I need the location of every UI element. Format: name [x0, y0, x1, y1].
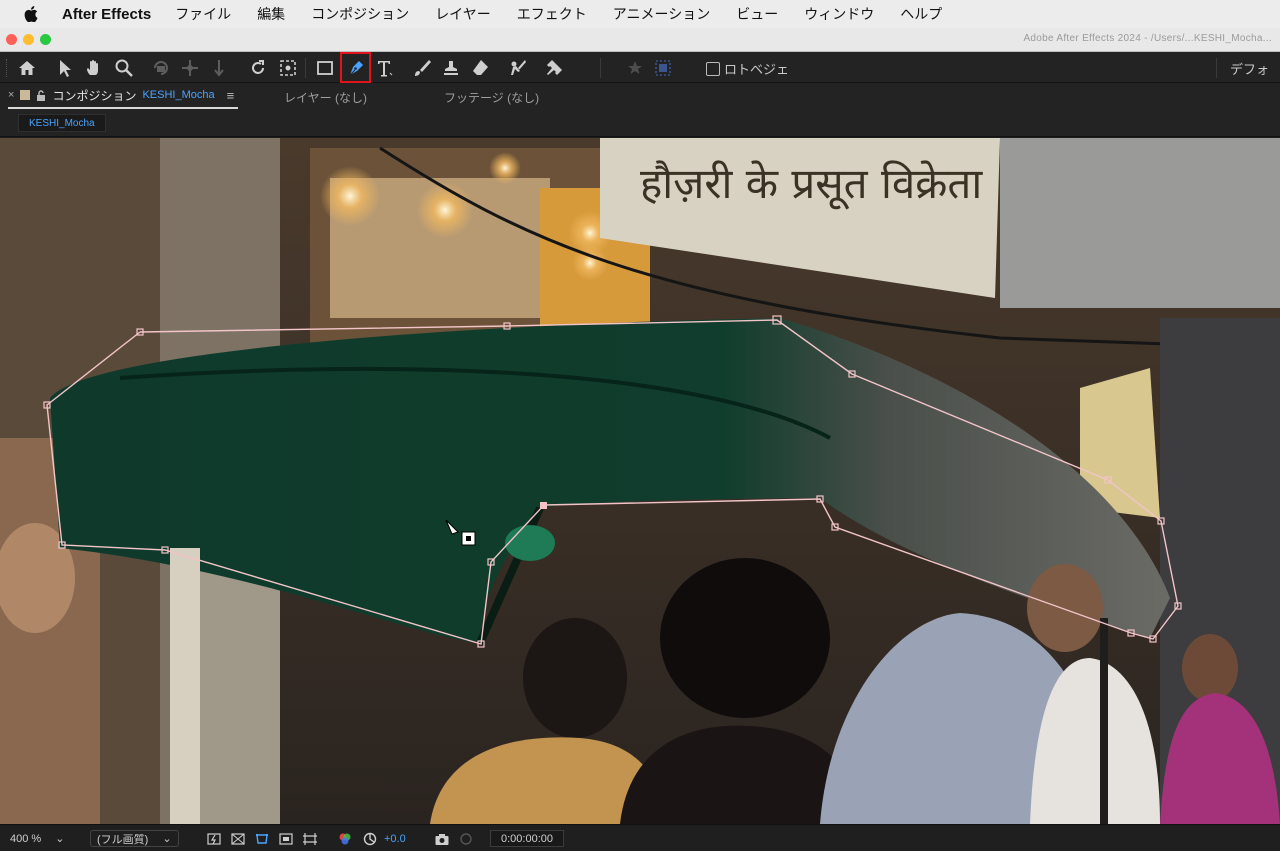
composition-swatch-icon — [20, 90, 31, 100]
panel-menu-icon[interactable]: ≡ — [227, 88, 235, 103]
menu-layer[interactable]: レイヤー — [435, 4, 491, 24]
resolution-dropdown[interactable]: (フル画質) ⌄ — [90, 830, 179, 847]
mask-visibility-icon[interactable] — [254, 830, 270, 847]
menu-effect[interactable]: エフェクト — [517, 4, 587, 24]
menu-view[interactable]: ビュー — [736, 4, 778, 24]
menu-window[interactable]: ウィンドウ — [804, 4, 874, 24]
roto-bezier-checkbox[interactable] — [706, 61, 720, 76]
menu-edit[interactable]: 編集 — [257, 4, 285, 24]
clone-stamp-icon[interactable] — [438, 55, 464, 81]
menu-file[interactable]: ファイル — [175, 4, 231, 24]
pen-tool-icon[interactable] — [340, 52, 371, 83]
dolly-camera-icon[interactable] — [206, 55, 232, 81]
tab-composition[interactable]: × コンポジション KESHI_Mocha ≡ — [8, 83, 239, 109]
apple-icon[interactable] — [0, 6, 62, 22]
toolbar-separator — [600, 58, 601, 78]
eraser-icon[interactable] — [467, 55, 493, 81]
toolbar-separator — [305, 58, 306, 78]
composition-tab-name: KESHI_Mocha — [142, 89, 215, 101]
breadcrumb-composition[interactable]: KESHI_Mocha — [18, 114, 106, 132]
toolbar-separator — [1216, 58, 1217, 78]
tab-layer[interactable]: レイヤー (なし) — [284, 89, 367, 106]
fast-preview-icon[interactable] — [206, 830, 222, 847]
lock-icon[interactable] — [36, 89, 46, 101]
tab-footage[interactable]: フッテージ (なし) — [444, 89, 539, 106]
menu-help[interactable]: ヘルプ — [900, 4, 942, 24]
panel-grip[interactable] — [6, 59, 9, 77]
zoom-dropdown[interactable]: 400 % ⌄ — [4, 830, 70, 847]
window-title-bar: Adobe After Effects 2024 - /Users/...KES… — [0, 28, 1280, 52]
type-tool-icon[interactable] — [372, 55, 398, 81]
reset-exposure-icon[interactable] — [362, 830, 378, 847]
close-window-button[interactable] — [6, 34, 17, 45]
chevron-down-icon: ⌄ — [55, 833, 65, 845]
grid-guides-icon[interactable] — [302, 830, 318, 847]
rotation-tool-icon[interactable] — [245, 55, 271, 81]
window-title: Adobe After Effects 2024 - /Users/...KES… — [1023, 33, 1272, 44]
pan-behind-icon[interactable] — [275, 55, 301, 81]
minimize-window-button[interactable] — [23, 34, 34, 45]
roto-brush-icon[interactable] — [505, 55, 531, 81]
workspace-selector[interactable]: デフォ — [1230, 59, 1269, 78]
brush-tool-icon[interactable] — [409, 55, 435, 81]
zoom-tool-icon[interactable] — [111, 55, 137, 81]
channels-icon[interactable] — [337, 830, 353, 847]
close-tab-icon[interactable]: × — [8, 89, 14, 101]
composition-tab-label: コンポジション — [52, 88, 137, 103]
resolution-value: (フル画質) — [97, 833, 149, 846]
panel-tab-bar: × コンポジション KESHI_Mocha ≡ レイヤー (なし) フッテージ … — [0, 83, 1280, 109]
region-of-interest-icon[interactable] — [278, 830, 294, 847]
roto-bezier-option[interactable]: ロトベジェ — [706, 59, 789, 78]
menu-composition[interactable]: コンポジション — [311, 4, 409, 24]
current-time-display[interactable]: 0:00:00:00 — [490, 830, 564, 847]
app-name-menu[interactable]: After Effects — [62, 6, 151, 23]
snapping-icon[interactable] — [650, 55, 676, 81]
puppet-pin-icon[interactable] — [540, 55, 566, 81]
tools-panel: ロトベジェ デフォ — [0, 52, 1280, 83]
rectangle-tool-icon[interactable] — [312, 55, 338, 81]
menu-bar: After Effects ファイル 編集 コンポジション レイヤー エフェクト… — [0, 0, 1280, 28]
show-snapshot-icon[interactable] — [458, 830, 474, 847]
viewer-frame: हौज़री के प्रसूत विक्रेता — [0, 138, 1280, 824]
exposure-value[interactable]: +0.0 — [384, 830, 406, 847]
roto-bezier-label: ロトベジェ — [724, 62, 790, 77]
selection-tool-icon[interactable] — [52, 55, 78, 81]
snapshot-camera-icon[interactable] — [434, 830, 450, 847]
pan-camera-icon[interactable] — [177, 55, 203, 81]
composition-navigator: KESHI_Mocha — [0, 109, 1280, 137]
viewer-controls-bar: 400 % ⌄ (フル画質) ⌄ +0.0 0:00:00:00 — [0, 824, 1280, 851]
composition-viewer[interactable]: हौज़री के प्रसूत विक्रेता — [0, 138, 1280, 824]
orbit-camera-icon[interactable] — [148, 55, 174, 81]
home-icon[interactable] — [14, 55, 40, 81]
zoom-window-button[interactable] — [40, 34, 51, 45]
mask-vertex-selected[interactable] — [540, 502, 547, 509]
menu-animation[interactable]: アニメーション — [613, 4, 710, 24]
chevron-down-icon: ⌄ — [162, 833, 172, 845]
zoom-value: 400 % — [10, 832, 42, 845]
star-icon[interactable] — [622, 55, 648, 81]
hand-tool-icon[interactable] — [81, 55, 107, 81]
sign-text: हौज़री के प्रसूत विक्रेता — [640, 159, 983, 210]
transparency-grid-icon[interactable] — [230, 830, 246, 847]
